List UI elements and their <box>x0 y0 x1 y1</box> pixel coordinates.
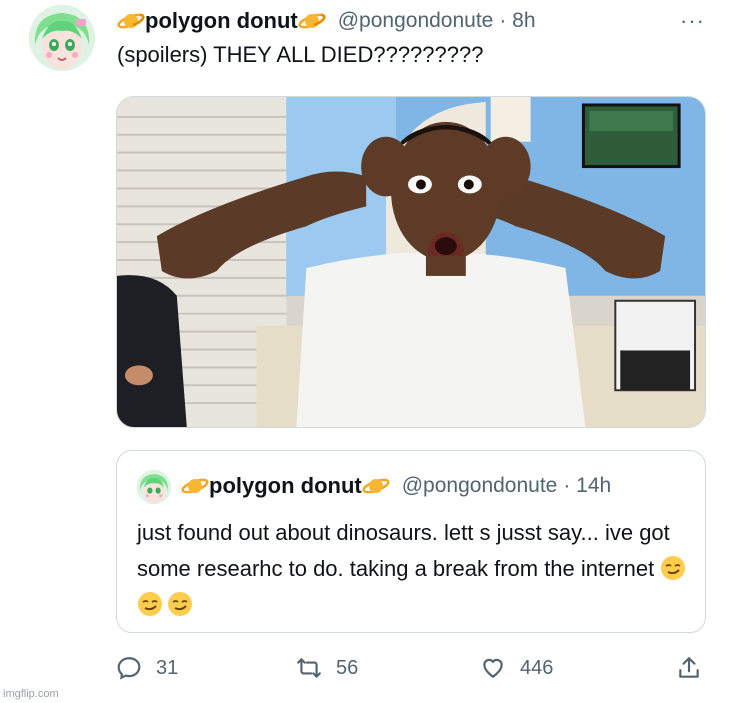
author-avatar[interactable] <box>29 5 95 71</box>
smirk-emoji-icon <box>137 591 163 617</box>
author-handle[interactable]: @pongondonute <box>338 9 494 33</box>
quoted-tweet-text: just found out about dinosaurs. lett s j… <box>137 520 670 581</box>
quoted-tweet-time[interactable]: · 14h <box>563 474 611 498</box>
retweet-icon <box>297 658 321 678</box>
planet-emoji-icon <box>298 10 326 32</box>
tweet-media-image[interactable] <box>116 96 706 428</box>
retweet-count: 56 <box>336 656 359 679</box>
heart-icon <box>483 658 503 678</box>
share-button[interactable] <box>676 655 716 681</box>
reply-icon <box>117 657 141 680</box>
reply-count: 31 <box>156 656 179 679</box>
smirk-emoji-icon <box>167 591 193 617</box>
tweet-header: polygon donut @pongondonute · 8h <box>117 6 536 36</box>
planet-emoji-icon <box>181 475 209 497</box>
quoted-tweet-header: polygon donut @pongondonute · 14h <box>181 473 611 499</box>
more-options-icon[interactable]: ··· <box>680 8 705 34</box>
tweet-text: (spoilers) THEY ALL DIED????????? <box>117 42 484 67</box>
tweet-time[interactable]: · 8h <box>499 9 535 33</box>
quoted-author-avatar[interactable] <box>137 470 171 504</box>
smirk-emoji-icon <box>660 555 686 581</box>
author-name[interactable]: polygon donut <box>145 8 298 34</box>
tweet-action-bar: 31 56 446 <box>116 655 716 685</box>
quoted-tweet-card[interactable]: polygon donut @pongondonute · 14h just f… <box>116 450 706 633</box>
planet-emoji-icon <box>362 475 390 497</box>
retweet-button[interactable]: 56 <box>296 655 358 681</box>
reply-button[interactable]: 31 <box>116 655 178 681</box>
quoted-tweet-text-block: just found out about dinosaurs. lett s j… <box>137 515 697 623</box>
quoted-author-handle[interactable]: @pongondonute <box>402 474 558 498</box>
share-icon <box>679 657 699 678</box>
like-count: 446 <box>520 656 554 679</box>
like-button[interactable]: 446 <box>480 655 553 681</box>
planet-emoji-icon <box>117 10 145 32</box>
quoted-author-name[interactable]: polygon donut <box>209 473 362 499</box>
watermark: imgflip.com <box>3 688 59 700</box>
